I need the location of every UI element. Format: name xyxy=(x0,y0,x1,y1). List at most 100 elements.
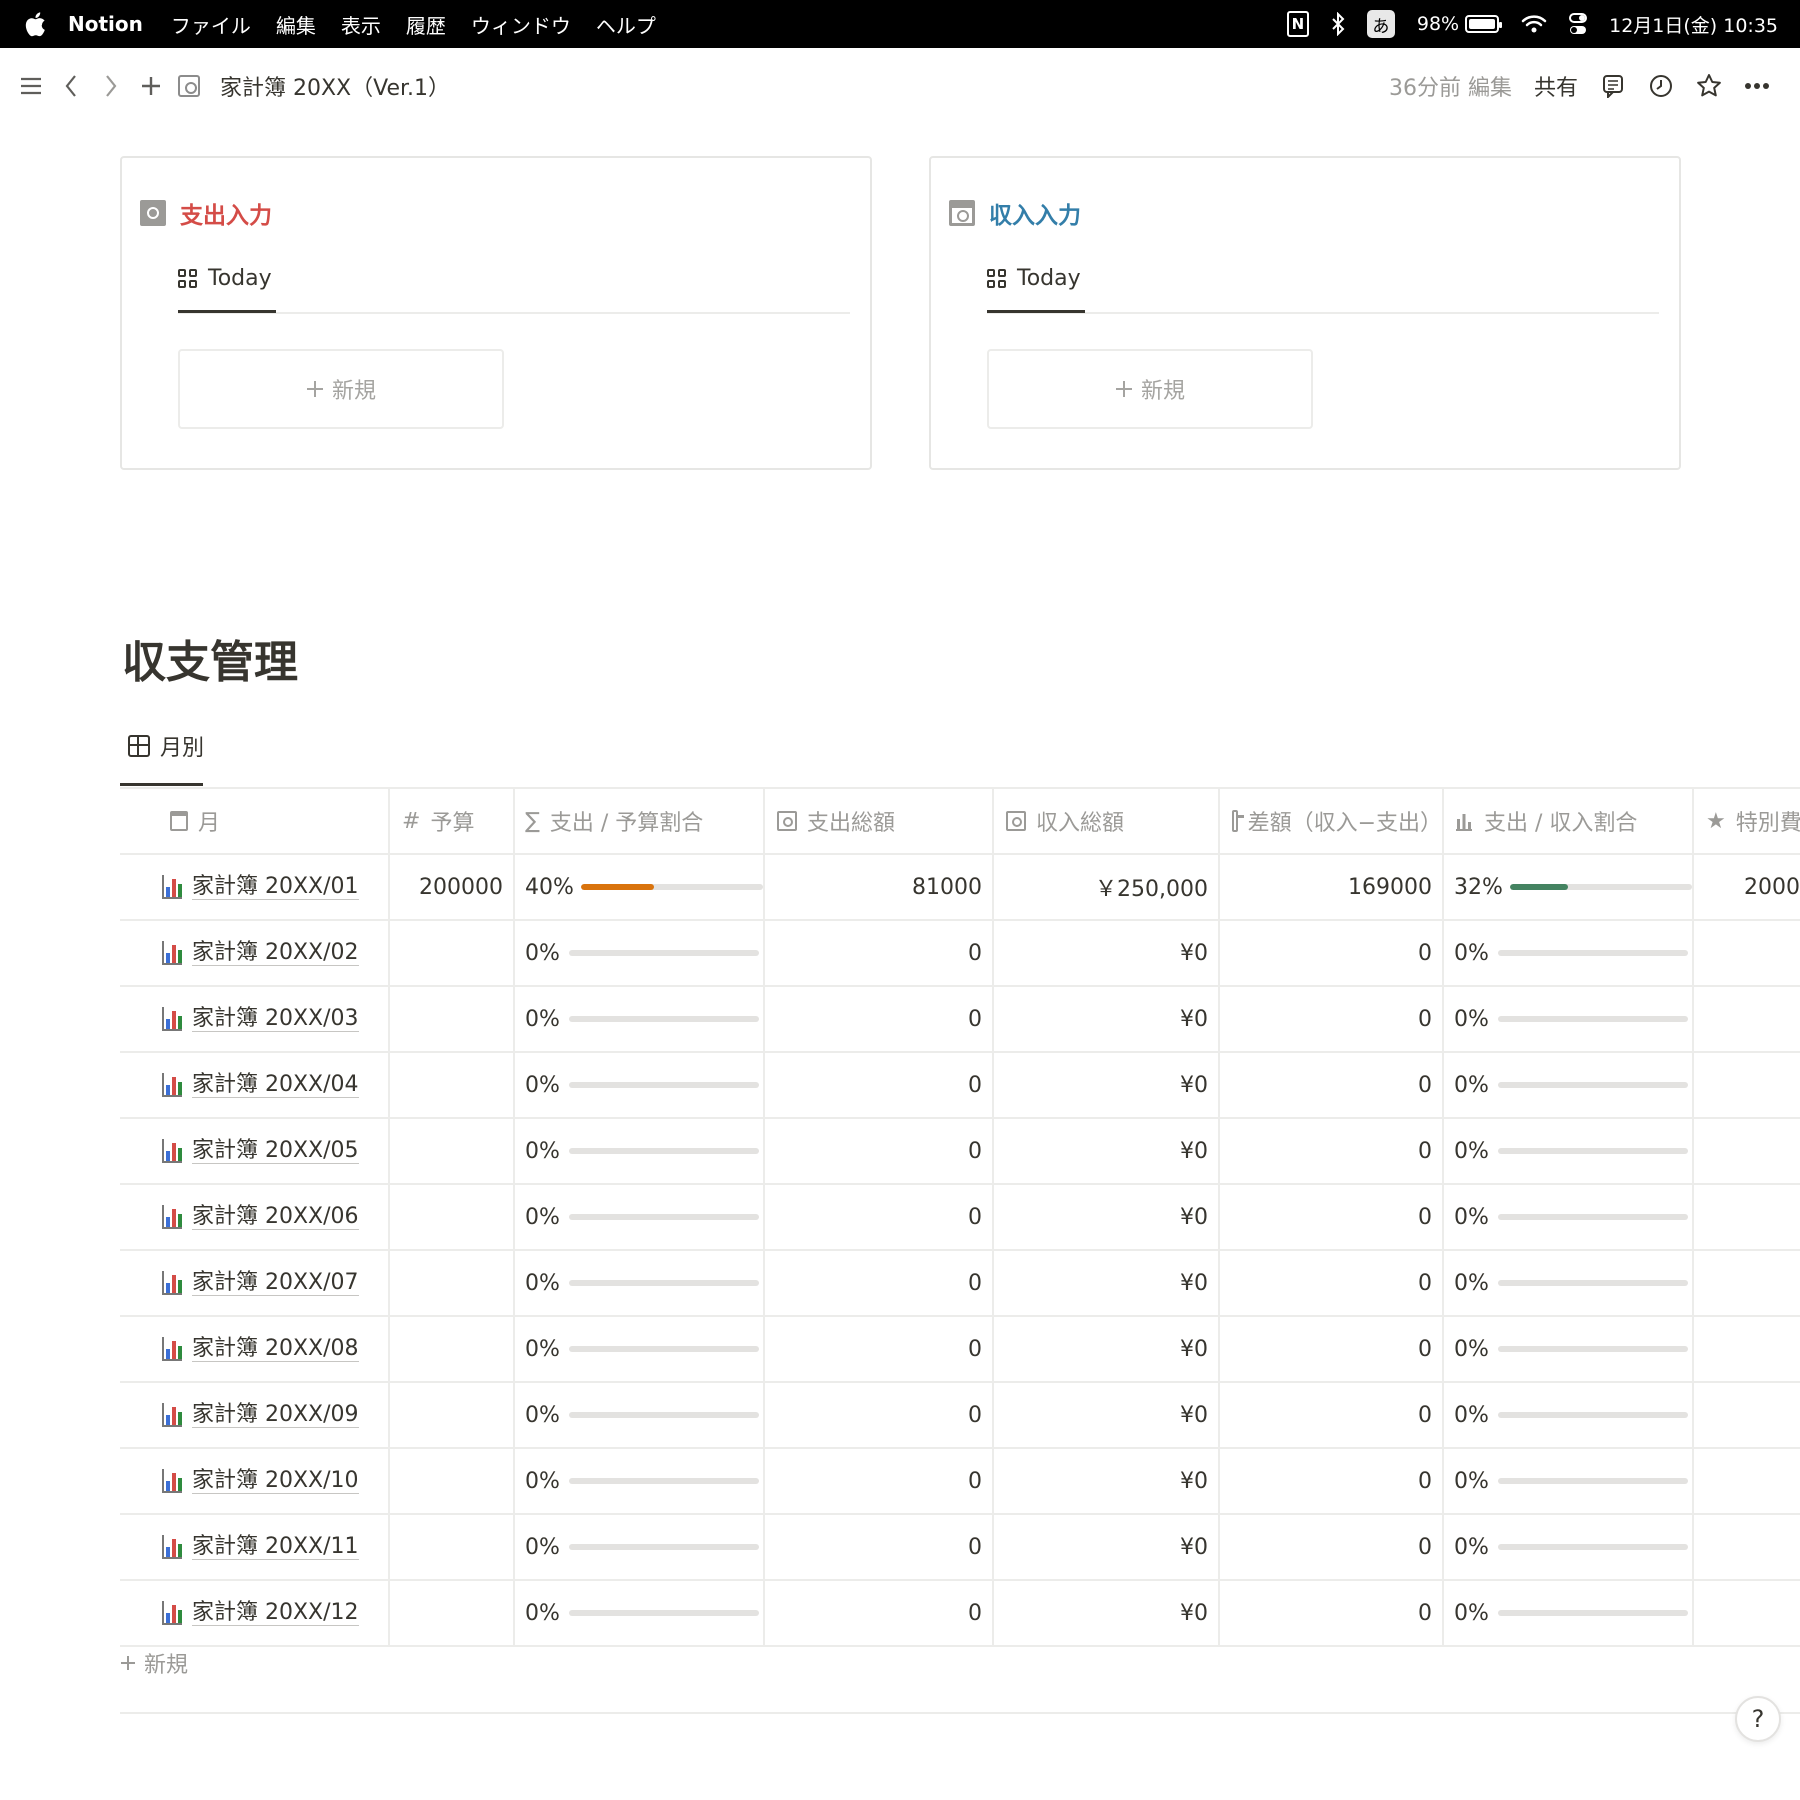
month-page-link[interactable]: 家計簿 20XX/02 xyxy=(120,940,359,966)
month-page-link[interactable]: 家計簿 20XX/06 xyxy=(120,1204,359,1230)
special-expense-cell[interactable]: 0 xyxy=(1694,1251,1800,1315)
month-page-title[interactable]: 家計簿 20XX/08 xyxy=(192,1336,359,1362)
menu-help[interactable]: ヘルプ xyxy=(596,10,656,39)
expense-tab-today[interactable]: Today xyxy=(178,266,272,291)
difference-cell[interactable]: 0 xyxy=(1220,1251,1444,1315)
difference-cell[interactable]: 0 xyxy=(1220,1515,1444,1579)
income-total-cell[interactable]: ¥0 xyxy=(994,987,1220,1051)
expense-budget-ratio-cell[interactable]: 0% xyxy=(515,1119,765,1183)
expense-total-cell[interactable]: 81000 xyxy=(765,855,994,919)
difference-cell[interactable]: 0 xyxy=(1220,1317,1444,1381)
income-total-cell[interactable]: ¥0 xyxy=(994,1053,1220,1117)
month-page-link[interactable]: 家計簿 20XX/04 xyxy=(120,1072,359,1098)
budget-cell[interactable] xyxy=(390,1581,515,1645)
month-page-title[interactable]: 家計簿 20XX/06 xyxy=(192,1204,359,1230)
forward-arrow-icon[interactable] xyxy=(98,73,124,99)
special-expense-cell[interactable]: 0 xyxy=(1694,1317,1800,1381)
column-header-expense-income-ratio[interactable]: 支出 / 収入割合 xyxy=(1444,789,1694,853)
back-arrow-icon[interactable] xyxy=(58,73,84,99)
month-page-link[interactable]: 家計簿 20XX/10 xyxy=(120,1468,359,1494)
income-input-header[interactable]: 収入入力 xyxy=(949,196,1081,230)
month-page-link[interactable]: 家計簿 20XX/03 xyxy=(120,1006,359,1032)
expense-income-ratio-cell[interactable]: 0% xyxy=(1444,1119,1694,1183)
table-row[interactable]: 家計簿 20XX/100%0¥000%0 xyxy=(120,1449,1800,1515)
expense-total-cell[interactable]: 0 xyxy=(765,1053,994,1117)
expense-total-cell[interactable]: 0 xyxy=(765,1515,994,1579)
expense-budget-ratio-cell[interactable]: 0% xyxy=(515,921,765,985)
table-row[interactable]: 家計簿 20XX/020%0¥000%0 xyxy=(120,921,1800,987)
updates-clock-icon[interactable] xyxy=(1648,73,1674,99)
month-page-link[interactable]: 家計簿 20XX/08 xyxy=(120,1336,359,1362)
table-row[interactable]: 家計簿 20XX/050%0¥000%0 xyxy=(120,1119,1800,1185)
input-method-icon[interactable]: あ xyxy=(1366,10,1395,38)
special-expense-cell[interactable]: 0 xyxy=(1694,1185,1800,1249)
expense-budget-ratio-cell[interactable]: 0% xyxy=(515,1053,765,1117)
month-page-title[interactable]: 家計簿 20XX/10 xyxy=(192,1468,359,1494)
expense-input-header[interactable]: 支出入力 xyxy=(140,196,272,230)
column-header-income-total[interactable]: 収入総額 xyxy=(994,789,1220,853)
control-center-icon[interactable] xyxy=(1569,12,1588,36)
income-total-cell[interactable]: ¥0 xyxy=(994,1251,1220,1315)
special-expense-cell[interactable]: 0 xyxy=(1694,1119,1800,1183)
difference-cell[interactable]: 0 xyxy=(1220,1581,1444,1645)
table-row[interactable]: 家計簿 20XX/070%0¥000%0 xyxy=(120,1251,1800,1317)
budget-cell[interactable] xyxy=(390,1053,515,1117)
month-page-title[interactable]: 家計簿 20XX/09 xyxy=(192,1402,359,1428)
special-expense-cell[interactable]: 0 xyxy=(1694,921,1800,985)
expense-budget-ratio-cell[interactable]: 0% xyxy=(515,1515,765,1579)
expense-income-ratio-cell[interactable]: 0% xyxy=(1444,1053,1694,1117)
table-row[interactable]: 家計簿 20XX/030%0¥000%0 xyxy=(120,987,1800,1053)
difference-cell[interactable]: 0 xyxy=(1220,1185,1444,1249)
expense-budget-ratio-cell[interactable]: 0% xyxy=(515,1581,765,1645)
table-row[interactable]: 家計簿 20XX/110%0¥000%0 xyxy=(120,1515,1800,1581)
income-total-cell[interactable]: ¥0 xyxy=(994,921,1220,985)
column-header-difference[interactable]: 差額（収入−支出） xyxy=(1220,789,1444,853)
special-expense-cell[interactable]: 0 xyxy=(1694,1581,1800,1645)
favorite-star-icon[interactable] xyxy=(1696,73,1722,99)
expense-budget-ratio-cell[interactable]: 0% xyxy=(515,987,765,1051)
month-cell[interactable]: 家計簿 20XX/05 xyxy=(120,1119,390,1183)
income-total-cell[interactable]: ¥0 xyxy=(994,1317,1220,1381)
share-button[interactable]: 共有 xyxy=(1534,70,1578,102)
difference-cell[interactable]: 0 xyxy=(1220,1053,1444,1117)
month-page-title[interactable]: 家計簿 20XX/03 xyxy=(192,1006,359,1032)
month-page-title[interactable]: 家計簿 20XX/02 xyxy=(192,940,359,966)
expense-total-cell[interactable]: 0 xyxy=(765,1185,994,1249)
expense-total-cell[interactable]: 0 xyxy=(765,921,994,985)
month-page-link[interactable]: 家計簿 20XX/11 xyxy=(120,1534,359,1560)
column-header-month[interactable]: 月 xyxy=(120,789,390,853)
expense-income-ratio-cell[interactable]: 0% xyxy=(1444,1317,1694,1381)
expense-total-cell[interactable]: 0 xyxy=(765,1317,994,1381)
month-page-title[interactable]: 家計簿 20XX/12 xyxy=(192,1600,359,1626)
income-tab-today[interactable]: Today xyxy=(987,266,1081,291)
month-cell[interactable]: 家計簿 20XX/12 xyxy=(120,1581,390,1645)
table-row[interactable]: 家計簿 20XX/090%0¥000%0 xyxy=(120,1383,1800,1449)
comments-icon[interactable] xyxy=(1600,73,1626,99)
column-header-expense-total[interactable]: 支出総額 xyxy=(765,789,994,853)
table-row[interactable]: 家計簿 20XX/040%0¥000%0 xyxy=(120,1053,1800,1119)
month-cell[interactable]: 家計簿 20XX/10 xyxy=(120,1449,390,1513)
month-page-title[interactable]: 家計簿 20XX/11 xyxy=(192,1534,359,1560)
expense-income-ratio-cell[interactable]: 0% xyxy=(1444,1581,1694,1645)
income-total-cell[interactable]: ¥0 xyxy=(994,1383,1220,1447)
new-page-plus-icon[interactable] xyxy=(138,73,164,99)
expense-new-button[interactable]: 新規 xyxy=(178,349,504,429)
month-cell[interactable]: 家計簿 20XX/07 xyxy=(120,1251,390,1315)
income-total-cell[interactable]: ¥0 xyxy=(994,1581,1220,1645)
month-cell[interactable]: 家計簿 20XX/03 xyxy=(120,987,390,1051)
menu-view[interactable]: 表示 xyxy=(341,10,381,39)
column-header-special-expense[interactable]: ★ 特別費 xyxy=(1694,789,1800,853)
expense-total-cell[interactable]: 0 xyxy=(765,987,994,1051)
menu-app-name[interactable]: Notion xyxy=(68,12,143,36)
difference-cell[interactable]: 169000 xyxy=(1220,855,1444,919)
special-expense-cell[interactable]: 20000 xyxy=(1694,855,1800,919)
income-total-cell[interactable]: ¥0 xyxy=(994,1515,1220,1579)
month-cell[interactable]: 家計簿 20XX/04 xyxy=(120,1053,390,1117)
budget-cell[interactable] xyxy=(390,1449,515,1513)
income-total-cell[interactable]: ¥0 xyxy=(994,1185,1220,1249)
menu-edit[interactable]: 編集 xyxy=(276,10,316,39)
month-page-link[interactable]: 家計簿 20XX/09 xyxy=(120,1402,359,1428)
apple-logo-icon[interactable] xyxy=(24,11,46,37)
special-expense-cell[interactable]: 0 xyxy=(1694,1449,1800,1513)
expense-total-cell[interactable]: 0 xyxy=(765,1383,994,1447)
